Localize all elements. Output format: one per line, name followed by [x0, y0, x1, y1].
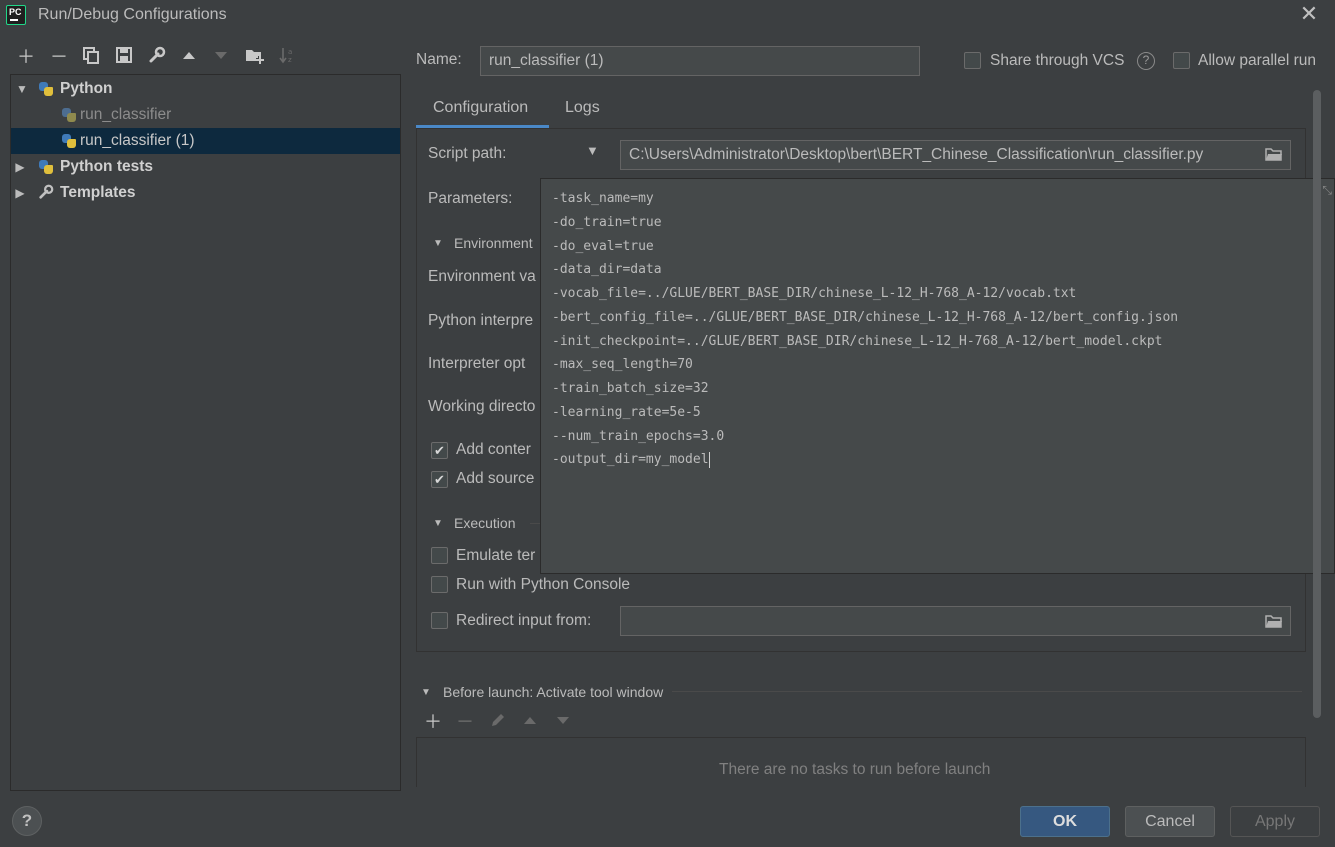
collapse-arrow-icon[interactable]: ▼	[421, 687, 431, 698]
resize-handle-icon[interactable]: ⤡	[1322, 183, 1332, 198]
tree-item-python-tests[interactable]: ▶ Python tests	[11, 154, 400, 180]
add-content-roots-label: Add conter	[456, 441, 531, 458]
parameter-line: -task_name=my	[552, 191, 654, 206]
collapse-arrow-icon[interactable]: ▼	[433, 518, 443, 529]
tree-item-python[interactable]: ▼ Python	[11, 76, 400, 102]
parameters-editor-popup[interactable]: ⤡ -task_name=my -do_train=true -do_eval=…	[540, 178, 1335, 574]
save-icon[interactable]	[113, 46, 135, 68]
script-path-label: Script path:	[428, 145, 507, 162]
python-tests-icon	[38, 159, 54, 175]
parameter-line: -bert_config_file=../GLUE/BERT_BASE_DIR/…	[552, 310, 1179, 325]
parameter-line: -vocab_file=../GLUE/BERT_BASE_DIR/chines…	[552, 286, 1077, 301]
svg-text:z: z	[288, 56, 292, 64]
parameter-line: -train_batch_size=32	[552, 381, 709, 396]
tree-item-label: Python tests	[60, 158, 154, 175]
wrench-icon[interactable]	[146, 46, 168, 68]
collapse-arrow-icon[interactable]: ▶	[13, 180, 27, 206]
parameter-line: -max_seq_length=70	[552, 357, 693, 372]
before-launch-title: Before launch: Activate tool window	[443, 684, 664, 700]
new-folder-icon[interactable]	[244, 46, 266, 68]
tree-item-run-classifier-1[interactable]: run_classifier (1)	[11, 128, 400, 154]
tree-item-label: Python	[60, 80, 113, 97]
tree-item-label: Templates	[60, 184, 136, 201]
svg-text:a: a	[288, 48, 292, 56]
name-input[interactable]: run_classifier (1)	[480, 46, 920, 76]
environment-section-title: Environment	[454, 235, 533, 251]
move-down-icon[interactable]	[210, 46, 232, 68]
redirect-input-checkbox[interactable]	[431, 612, 448, 629]
sort-icon[interactable]: az	[276, 46, 298, 68]
python-icon	[61, 133, 77, 149]
name-label: Name:	[416, 51, 462, 68]
interpreter-options-label: Interpreter opt	[428, 355, 526, 372]
expand-arrow-icon[interactable]: ▼	[15, 76, 29, 102]
move-task-up-icon[interactable]	[519, 711, 541, 733]
text-caret	[708, 451, 710, 468]
add-content-roots-checkbox[interactable]: ✔	[431, 442, 448, 459]
parameter-line: -learning_rate=5e-5	[552, 405, 701, 420]
folder-icon[interactable]	[1264, 147, 1284, 163]
vertical-scrollbar[interactable]	[1313, 90, 1321, 718]
script-path-input[interactable]: C:\Users\Administrator\Desktop\bert\BERT…	[620, 140, 1291, 170]
emulate-terminal-checkbox[interactable]	[431, 547, 448, 564]
python-icon	[61, 107, 77, 123]
allow-parallel-checkbox[interactable]	[1173, 52, 1190, 69]
help-button[interactable]: ?	[12, 806, 42, 836]
run-with-python-console-label: Run with Python Console	[456, 576, 631, 593]
tab-logs[interactable]: Logs	[565, 96, 600, 128]
move-task-down-icon[interactable]	[552, 711, 574, 733]
help-icon[interactable]: ?	[1137, 52, 1155, 70]
cancel-button[interactable]: Cancel	[1125, 806, 1215, 837]
wrench-icon	[38, 184, 56, 202]
script-path-dropdown-icon[interactable]: ▼	[586, 143, 599, 158]
window-title: Run/Debug Configurations	[38, 6, 227, 23]
apply-button[interactable]: Apply	[1230, 806, 1320, 837]
execution-section-title: Execution	[454, 515, 516, 531]
environment-variables-label: Environment va	[428, 268, 536, 285]
close-icon[interactable]: ✕	[1298, 3, 1320, 26]
redirect-input-field[interactable]	[620, 606, 1291, 636]
parameter-line: -do_train=true	[552, 215, 662, 230]
add-task-icon[interactable]: ＋	[422, 711, 444, 733]
collapse-arrow-icon[interactable]: ▶	[13, 154, 27, 180]
redirect-input-label: Redirect input from:	[456, 612, 592, 629]
parameter-line: -data_dir=data	[552, 262, 662, 277]
parameter-line: -init_checkpoint=../GLUE/BERT_BASE_DIR/c…	[552, 334, 1163, 349]
add-icon[interactable]: ＋	[15, 46, 37, 68]
working-directory-label: Working directo	[428, 398, 536, 415]
tree-item-templates[interactable]: ▶ Templates	[11, 180, 400, 206]
add-source-roots-checkbox[interactable]: ✔	[431, 471, 448, 488]
collapse-arrow-icon[interactable]: ▼	[433, 238, 443, 249]
parameters-label: Parameters:	[428, 190, 513, 207]
share-vcs-label: Share through VCS	[990, 52, 1125, 69]
tab-configuration[interactable]: Configuration	[416, 96, 549, 128]
before-launch-empty-text: There are no tasks to run before launch	[719, 761, 991, 778]
tree-item-run-classifier[interactable]: run_classifier	[11, 102, 400, 128]
ok-button[interactable]: OK	[1020, 806, 1110, 837]
tree-item-label: run_classifier	[80, 106, 172, 123]
pycharm-app-icon: PC	[6, 5, 26, 25]
share-vcs-checkbox[interactable]	[964, 52, 981, 69]
remove-icon[interactable]: －	[48, 46, 70, 68]
parameter-line: -do_eval=true	[552, 239, 654, 254]
edit-task-icon[interactable]	[487, 711, 509, 733]
remove-task-icon[interactable]: －	[454, 711, 476, 733]
parameter-line-last: -output_dir=my_model	[552, 451, 710, 468]
tree-item-label: run_classifier (1)	[80, 132, 195, 149]
configuration-tree[interactable]: ▼ Python run_classifier run_classifier (…	[10, 74, 401, 791]
move-up-icon[interactable]	[178, 46, 200, 68]
copy-icon[interactable]	[80, 46, 102, 68]
python-icon	[38, 81, 54, 97]
folder-icon[interactable]	[1264, 614, 1284, 630]
python-interpreter-label: Python interpre	[428, 312, 534, 329]
run-with-python-console-checkbox[interactable]	[431, 576, 448, 593]
add-source-roots-label: Add source	[456, 470, 535, 487]
allow-parallel-label: Allow parallel run	[1198, 52, 1317, 69]
section-divider	[672, 691, 1302, 692]
parameter-line: --num_train_epochs=3.0	[552, 429, 725, 444]
emulate-terminal-label: Emulate ter	[456, 547, 536, 564]
